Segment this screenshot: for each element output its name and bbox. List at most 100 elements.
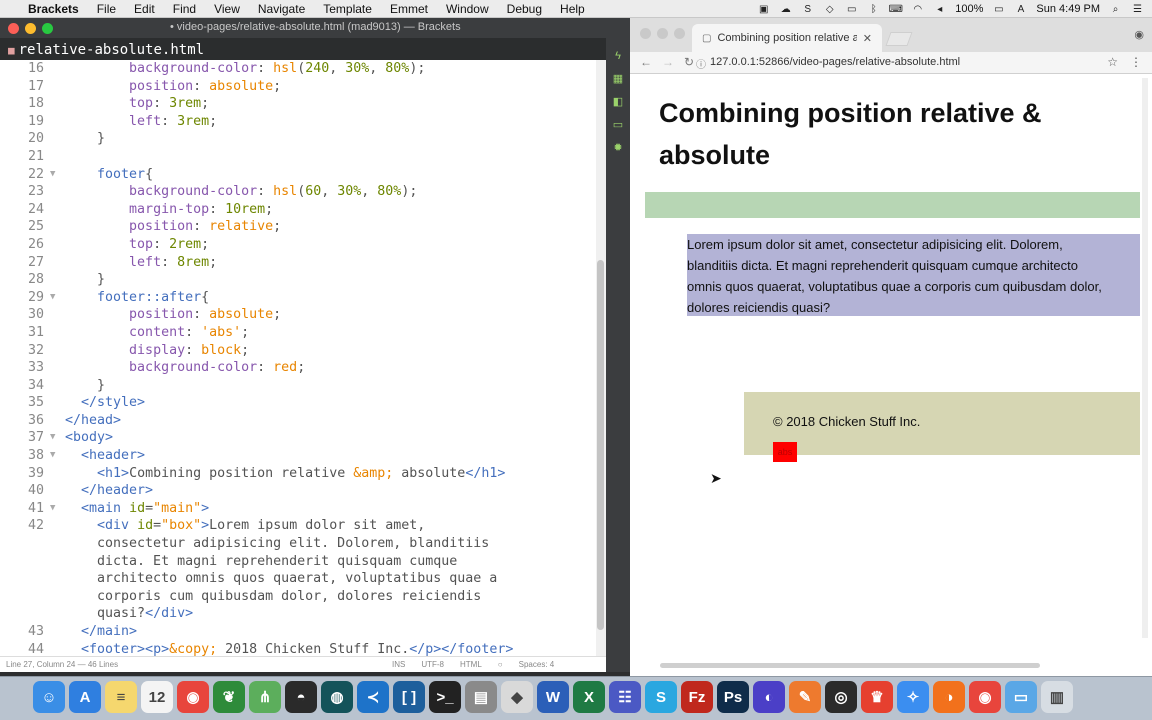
insert-mode[interactable]: INS	[392, 660, 405, 669]
sequel-icon[interactable]: ◆	[501, 681, 533, 713]
camera-icon[interactable]: ▣	[757, 4, 770, 15]
line-number[interactable]: 20	[0, 130, 44, 148]
forward-icon[interactable]: →	[662, 55, 674, 69]
line-number[interactable]: 31	[0, 324, 44, 342]
code-editor[interactable]: 16 background-color: hsl(240, 30%, 80%);…	[0, 60, 596, 656]
code-line[interactable]: 42 <div id="box">Lorem ipsum dolor sit a…	[0, 517, 596, 535]
photoshop-icon[interactable]: Ps	[717, 681, 749, 713]
code-line[interactable]: corporis cum quibusdam dolor, dolores re…	[0, 588, 596, 606]
code-line[interactable]: 16 background-color: hsl(240, 30%, 80%);	[0, 60, 596, 78]
input-source-icon[interactable]: A	[1014, 4, 1027, 15]
line-number[interactable]: 19	[0, 113, 44, 131]
obs-icon[interactable]: ◎	[825, 681, 857, 713]
fold-arrow-icon[interactable]: ▼	[50, 289, 55, 307]
code-line[interactable]: architecto omnis quos quaerat, voluptati…	[0, 570, 596, 588]
line-number[interactable]: 29	[0, 289, 44, 307]
browser-menu-icon[interactable]: ⋮	[1130, 55, 1142, 69]
code-line[interactable]: 21	[0, 148, 596, 166]
code-line[interactable]: 31 content: 'abs';	[0, 324, 596, 342]
brackets-icon[interactable]: [ ]	[393, 681, 425, 713]
code-line[interactable]: 30 position: absolute;	[0, 306, 596, 324]
live-preview-icon[interactable]: ϟ	[615, 50, 621, 62]
teams-icon[interactable]: ☷	[609, 681, 641, 713]
gitkraken-icon[interactable]: ◍	[321, 681, 353, 713]
encoding-select[interactable]: UTF-8	[421, 660, 444, 669]
lightbulb-icon[interactable]: ✹	[613, 141, 622, 154]
code-line[interactable]: 39 <h1>Combining position relative &amp;…	[0, 465, 596, 483]
menu-emmet[interactable]: Emmet	[390, 2, 428, 16]
code-line[interactable]: 24 margin-top: 10rem;	[0, 201, 596, 219]
vscode-icon[interactable]: ≺	[357, 681, 389, 713]
browser-tab[interactable]: ▢ Combining position relative an ✕	[692, 24, 882, 52]
chrome-alt-icon[interactable]: ◉	[969, 681, 1001, 713]
close-window-button[interactable]	[8, 22, 19, 34]
menu-edit[interactable]: Edit	[134, 2, 155, 16]
code-line[interactable]: 23 background-color: hsl(60, 30%, 80%);	[0, 183, 596, 201]
menu-find[interactable]: Find	[173, 2, 196, 16]
code-line[interactable]: 17 position: absolute;	[0, 78, 596, 96]
calendar-icon[interactable]: 12	[141, 681, 173, 713]
code-line[interactable]: 41 ▼ <main id="main">	[0, 500, 596, 518]
skype-icon[interactable]: S	[645, 681, 677, 713]
bluetooth-icon[interactable]: ᛒ	[867, 4, 880, 15]
line-number[interactable]: 28	[0, 271, 44, 289]
browser-zoom-button[interactable]	[674, 28, 685, 39]
browser-vertical-scrollbar[interactable]	[1142, 78, 1148, 638]
terminal-icon[interactable]: >_	[429, 681, 461, 713]
network-icon[interactable]: ⋔	[249, 681, 281, 713]
skype-tray-icon[interactable]: S	[801, 4, 814, 15]
code-line[interactable]: 37 ▼ <body>	[0, 429, 596, 447]
menu-file[interactable]: File	[97, 2, 116, 16]
extension-manager-icon[interactable]: ▦	[613, 72, 623, 85]
excel-icon[interactable]: X	[573, 681, 605, 713]
line-number[interactable]: 16	[0, 60, 44, 78]
menu-debug[interactable]: Debug	[507, 2, 542, 16]
files-icon[interactable]: ▤	[465, 681, 497, 713]
zoom-window-button[interactable]	[42, 22, 53, 34]
spotlight-icon[interactable]: ⌕	[1109, 4, 1122, 15]
code-line[interactable]: consectetur adipisicing elit. Dolorem, b…	[0, 535, 596, 553]
line-number[interactable]: 23	[0, 183, 44, 201]
code-line[interactable]: 35 </style>	[0, 394, 596, 412]
notes-icon[interactable]: ≡	[105, 681, 137, 713]
code-line[interactable]: 25 position: relative;	[0, 218, 596, 236]
line-number[interactable]: 39	[0, 465, 44, 483]
line-number[interactable]: 43	[0, 623, 44, 641]
folder-icon[interactable]: ▭	[1005, 681, 1037, 713]
code-line[interactable]: 44 <footer><p>&copy; 2018 Chicken Stuff …	[0, 641, 596, 656]
cloud-icon[interactable]: ☁	[779, 4, 792, 15]
line-number[interactable]: 44	[0, 641, 44, 656]
line-number[interactable]: 27	[0, 254, 44, 272]
extract-icon[interactable]: ◧	[613, 95, 623, 108]
app-store-icon[interactable]: A	[69, 681, 101, 713]
dropbox-icon[interactable]: ◇	[823, 4, 836, 15]
line-number[interactable]: 21	[0, 148, 44, 166]
browser-close-button[interactable]	[640, 28, 651, 39]
battery-percent[interactable]: 100%	[955, 3, 983, 15]
language-select[interactable]: HTML	[460, 660, 482, 669]
leaf-icon[interactable]: ❦	[213, 681, 245, 713]
line-number[interactable]: 42	[0, 517, 44, 535]
fold-arrow-icon[interactable]: ▼	[50, 166, 55, 184]
editor-scrollbar-thumb[interactable]	[597, 260, 604, 630]
reload-icon[interactable]: ↻	[684, 55, 694, 69]
code-line[interactable]: 34 }	[0, 377, 596, 395]
image-icon[interactable]: ▭	[613, 118, 623, 131]
menu-view[interactable]: View	[214, 2, 240, 16]
line-number[interactable]: 17	[0, 78, 44, 96]
menu-window[interactable]: Window	[446, 2, 489, 16]
safari-icon[interactable]: ✧	[897, 681, 929, 713]
fold-arrow-icon[interactable]: ▼	[50, 500, 55, 518]
code-line[interactable]: 29 ▼ footer::after{	[0, 289, 596, 307]
profile-icon[interactable]: ◉	[1134, 28, 1144, 41]
volume-icon[interactable]: ◂	[933, 4, 946, 15]
page-info-icon[interactable]: ⓘ	[696, 56, 706, 71]
github-icon[interactable]: ◓	[285, 681, 317, 713]
line-number[interactable]: 30	[0, 306, 44, 324]
filezilla-icon[interactable]: Fz	[681, 681, 713, 713]
code-line[interactable]: 38 ▼ <header>	[0, 447, 596, 465]
line-number[interactable]: 32	[0, 342, 44, 360]
wifi-icon[interactable]: ◠	[911, 4, 924, 15]
firefox-icon[interactable]: ◑	[933, 681, 965, 713]
line-number[interactable]: 37	[0, 429, 44, 447]
